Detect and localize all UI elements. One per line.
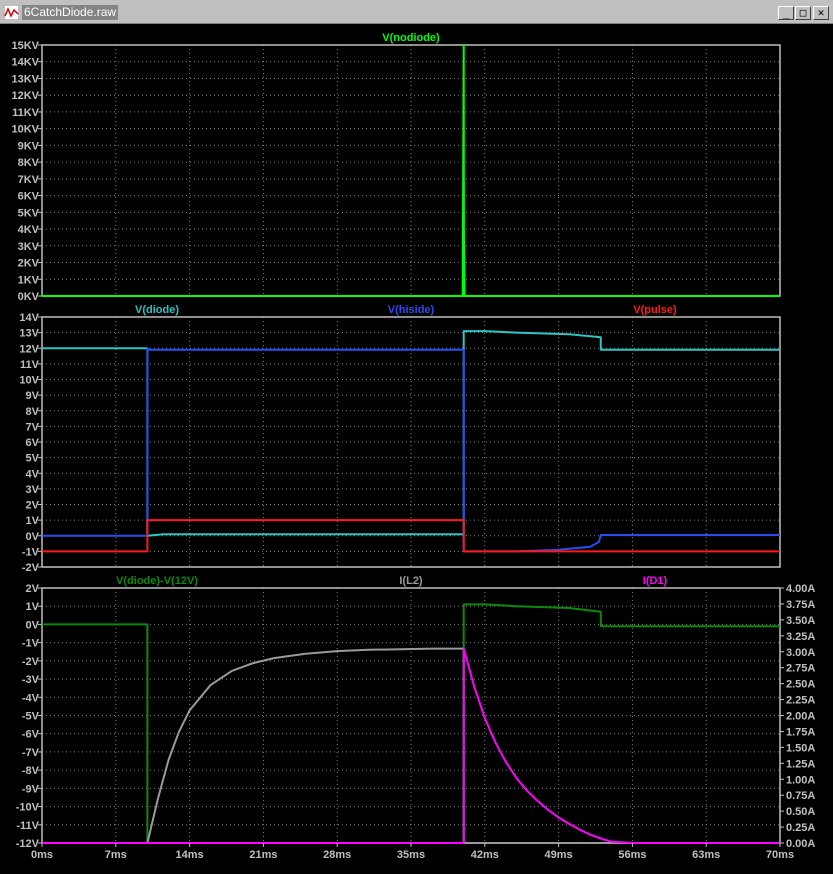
x-tick-label: 42ms [471,849,499,861]
y-tick-label: -1V [22,638,40,650]
x-tick-label: 70ms [766,849,794,861]
y-tick-label: -9V [22,783,40,795]
pane-title: V(nodiode) [382,32,440,44]
y-tick-label: 2KV [18,258,40,270]
y-tick-label: 0KV [18,291,40,303]
y-tick-label: 12KV [11,90,39,102]
y-tick-label: 1V [26,601,40,613]
y-tick-label: 10KV [11,124,39,136]
plot-area[interactable]: 0KV 1KV 2KV 3KV 4KV 5KV 6KV 7KV 8KV 9KV 10KV 11KV 12… [0,25,833,870]
y-tick-label: -6V [22,729,40,741]
y-tick-label: 1V [26,515,40,527]
y2-tick-label: 1.00A [786,774,815,786]
y-tick-label: 0V [26,531,40,543]
y2-tick-label: 3.25A [786,631,815,643]
y-tick-label: -10V [16,802,40,814]
y-tick-label: -3V [22,674,40,686]
y2-tick-label: 0.75A [786,790,815,802]
y-tick-label: -2V [22,562,40,574]
y-tick-label: 9V [26,390,40,402]
y-tick-label: 2V [26,500,40,512]
maximize-button[interactable]: □ [795,6,811,20]
y2-tick-label: 1.50A [786,742,815,754]
y2-tick-label: 0.25A [786,822,815,834]
y-tick-label: 4KV [18,224,40,236]
x-tick-label: 21ms [249,849,277,861]
y-tick-label: 0V [26,619,40,631]
legend-label: I(D1) [643,575,668,587]
x-tick-label: 28ms [323,849,351,861]
x-tick-label: 63ms [692,849,720,861]
y-tick-label: 12V [19,343,39,355]
y2-tick-label: 2.25A [786,695,815,707]
y-tick-label: 6KV [18,191,40,203]
minimize-button[interactable]: _ [778,6,794,20]
x-tick-label: 0ms [31,849,53,861]
legend-label: V(pulse) [633,304,677,316]
legend-label: V(diode) [135,304,179,316]
y2-tick-label: 3.00A [786,647,815,659]
y2-tick-label: 2.75A [786,663,815,675]
x-tick-label: 14ms [176,849,204,861]
y-tick-label: 6V [26,437,40,449]
y-tick-label: 5V [26,453,40,465]
waveform-icon [4,5,19,20]
y-tick-label: -11V [16,820,39,832]
title-wrap: 6CatchDiode.raw [4,4,119,21]
legend-label: V(diode)-V(12V) [116,575,198,587]
y-tick-label: 8KV [18,157,40,169]
legend-label: V(hiside) [388,304,435,316]
y-tick-label: -7V [22,747,40,759]
close-button[interactable]: ✕ [813,6,829,20]
y2-tick-label: 3.75A [786,599,815,611]
x-tick-label: 7ms [105,849,127,861]
title-bar[interactable]: 6CatchDiode.raw _ □ ✕ [0,0,833,24]
y-tick-label: -8V [22,765,40,777]
pane-frame [41,44,781,297]
y-tick-label: 14V [19,312,39,324]
trace-i-l2 [42,647,780,844]
y-tick-label: 1KV [18,274,40,286]
y2-tick-label: 0.50A [786,806,815,818]
y-tick-label: -1V [22,546,40,558]
window-title: 6CatchDiode.raw [22,5,119,20]
y2-tick-label: 1.25A [786,758,815,770]
y-tick-label: 9KV [18,140,40,152]
y-tick-label: 10V [19,375,39,387]
waveform-viewer-window: 6CatchDiode.raw _ □ ✕ 0KV 1KV 2KV 3KV 4KV 5KV… [0,0,833,870]
legend-label: I(L2) [399,575,423,587]
y2-tick-label: 3.50A [786,615,815,627]
y2-tick-label: 2.50A [786,679,815,691]
y-tick-label: 7KV [18,174,40,186]
y-tick-label: 11V [20,359,40,371]
y-tick-label: -2V [22,656,40,668]
y-tick-label: 13KV [11,73,39,85]
y-tick-label: 4V [26,468,40,480]
x-tick-label: 35ms [397,849,425,861]
y-tick-label: 3V [26,484,40,496]
y-tick-label: 8V [26,406,40,418]
y-tick-label: 7V [26,421,40,433]
y2-tick-label: 4.00A [786,583,815,595]
y-tick-label: 2V [26,583,40,595]
y-tick-label: 14KV [11,57,39,69]
y-tick-label: 3KV [18,241,40,253]
y-tick-label: 15KV [11,40,39,52]
y-tick-label: 5KV [18,207,40,219]
y2-tick-label: 2.00A [786,711,815,723]
y-tick-label: -5V [22,711,40,723]
y-tick-label: 11KV [12,107,40,119]
trace-i-d1 [42,647,780,844]
y2-tick-label: 1.75A [786,726,815,738]
x-tick-label: 49ms [545,849,573,861]
x-tick-label: 56ms [618,849,646,861]
trace-v-nodiode [42,44,780,297]
y-tick-label: -4V [22,692,40,704]
y-tick-label: 13V [19,328,39,340]
plots-canvas[interactable]: 0KV 1KV 2KV 3KV 4KV 5KV 6KV 7KV 8KV 9KV 10KV 11KV 12… [0,25,833,870]
